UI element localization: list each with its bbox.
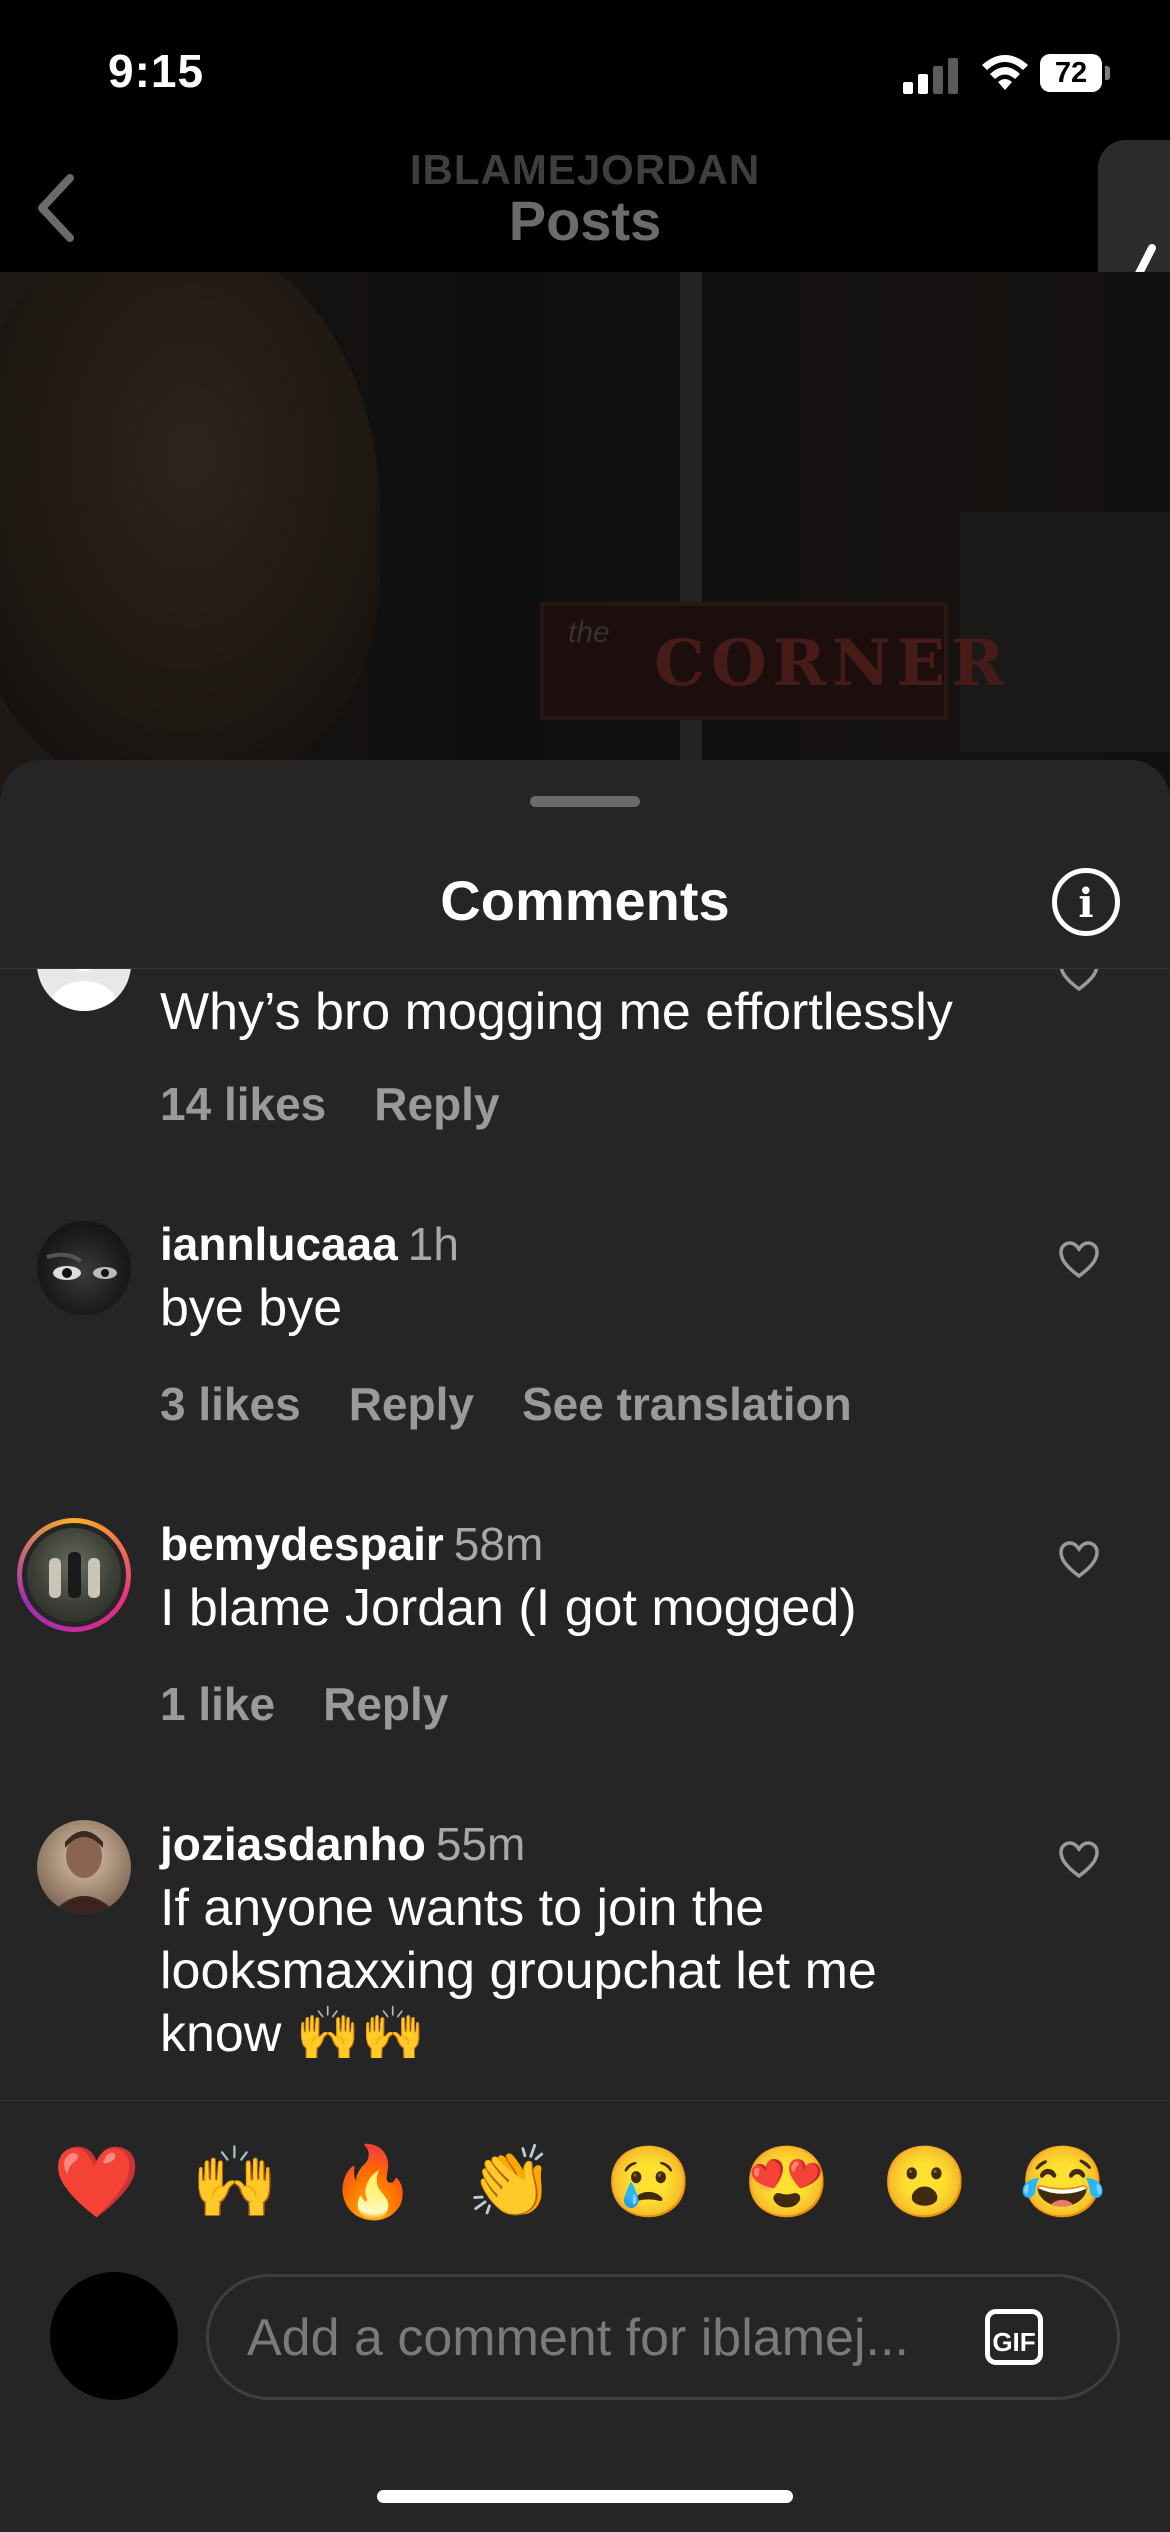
post-image: the CORNER	[0, 272, 1170, 792]
sheet-grabber[interactable]	[530, 796, 640, 807]
battery-icon: 72	[1040, 54, 1110, 92]
status-time: 9:15	[108, 45, 205, 97]
wifi-icon	[982, 55, 1028, 90]
comment-item: joziasdanho 55m If anyone wants to join t…	[0, 969, 1170, 2099]
comment-composer: GIF	[0, 2260, 1170, 2410]
reaction-crying[interactable]: 😢	[604, 2137, 694, 2227]
reaction-clap[interactable]: 👏	[466, 2137, 556, 2227]
comment-timestamp: 55m	[435, 1818, 526, 1870]
heart-icon[interactable]	[1058, 1840, 1100, 1882]
comment-input[interactable]	[245, 2299, 929, 2377]
reaction-raised-hands[interactable]: 🙌	[190, 2137, 280, 2227]
comment-username[interactable]: joziasdanho 55m	[160, 1817, 525, 1871]
battery-level: 72	[1040, 54, 1102, 92]
profile-username: IBLAMEJORDAN	[409, 146, 761, 193]
quick-reactions: ❤️ 🙌 🔥 👏 😢 😍 😮 😂	[0, 2100, 1170, 2251]
reaction-fire[interactable]: 🔥	[328, 2137, 418, 2227]
comment-input-box[interactable]: GIF	[206, 2274, 1120, 2400]
reaction-laughing[interactable]: 😂	[1018, 2137, 1108, 2227]
cellular-signal-icon	[903, 54, 963, 94]
status-bar: 9:15 72	[0, 0, 1170, 140]
reaction-heart[interactable]: ❤️	[52, 2137, 142, 2227]
page-title: Posts	[508, 189, 662, 252]
comment-text: If anyone wants to join the looksmaxxing…	[160, 1879, 877, 2063]
reaction-heart-eyes[interactable]: 😍	[742, 2137, 832, 2227]
nav-header: IBLAMEJORDAN Posts	[0, 140, 1170, 272]
my-avatar	[50, 2272, 178, 2400]
home-indicator	[377, 2490, 793, 2503]
info-icon[interactable]: i	[1052, 868, 1120, 936]
avatar[interactable]	[37, 1820, 131, 1914]
comments-list[interactable]: Why’s bro mogging me effortlessly 14 lik…	[0, 969, 1170, 2099]
gif-button[interactable]: GIF	[985, 2309, 1043, 2365]
reaction-surprised[interactable]: 😮	[880, 2137, 970, 2227]
sheet-title: Comments	[440, 869, 730, 932]
comments-sheet: Comments i Why’s bro mogging me effortle…	[0, 760, 1170, 2532]
username-text[interactable]: joziasdanho	[160, 1818, 426, 1870]
